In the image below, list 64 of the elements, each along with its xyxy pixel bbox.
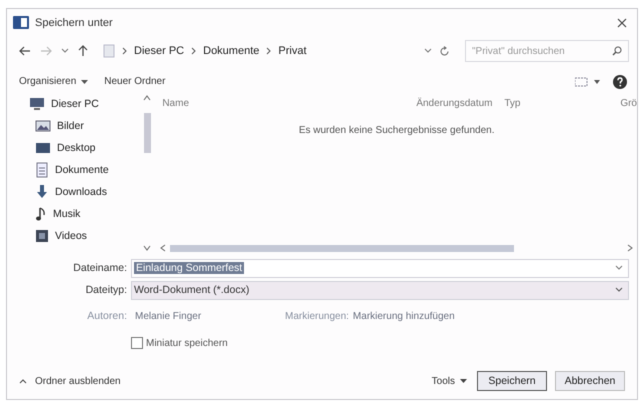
- close-icon[interactable]: [617, 18, 627, 28]
- sidebar-item[interactable]: Downloads: [29, 181, 138, 203]
- chevron-down-icon[interactable]: [61, 48, 69, 54]
- scroll-right-icon[interactable]: [627, 244, 633, 252]
- checkbox[interactable]: [131, 337, 143, 349]
- up-arrow-icon[interactable]: [78, 45, 88, 57]
- tools-menu[interactable]: Tools: [430, 374, 469, 388]
- search-icon: [612, 46, 622, 56]
- column-header[interactable]: Name: [156, 98, 410, 108]
- column-header[interactable]: Typ: [498, 98, 614, 108]
- view-options-icon[interactable]: [575, 76, 601, 86]
- thumbnail-checkbox[interactable]: Miniatur speichern: [131, 331, 629, 355]
- refresh-icon[interactable]: [439, 46, 450, 56]
- chevron-down-icon[interactable]: [424, 48, 432, 54]
- scrollbar-thumb[interactable]: [170, 244, 514, 252]
- empty-message: Es wurden keine Suchergebnisse gefunden.: [298, 125, 496, 138]
- new-folder-button[interactable]: Neuer Ordner: [102, 74, 168, 89]
- picture-icon: [35, 119, 51, 133]
- save-button[interactable]: Speichern: [477, 371, 547, 391]
- scroll-left-icon[interactable]: [160, 244, 166, 252]
- chevron-right-icon: [266, 47, 272, 55]
- scroll-up-icon[interactable]: [143, 95, 152, 101]
- sidebar-item[interactable]: Bilder: [29, 115, 138, 137]
- tags-value[interactable]: Markierung hinzufügen: [348, 310, 455, 322]
- scroll-down-icon[interactable]: [143, 245, 152, 251]
- breadcrumb[interactable]: Privat: [278, 45, 307, 57]
- chevron-down-icon: [615, 287, 623, 293]
- desktop-icon: [35, 141, 51, 155]
- chevron-right-icon: [122, 47, 127, 55]
- music-note-icon: [35, 206, 47, 222]
- organize-menu[interactable]: Organisieren: [17, 74, 90, 89]
- column-header[interactable]: Grö: [614, 98, 637, 108]
- column-header[interactable]: Änderungsdatum: [410, 98, 498, 108]
- sidebar-item[interactable]: Dieser PC: [29, 93, 138, 115]
- download-arrow-icon: [35, 184, 49, 200]
- chevron-down-icon: [615, 265, 623, 271]
- search-field[interactable]: "Privat" durchsuchen: [465, 40, 629, 62]
- sidebar-item[interactable]: Musik: [29, 203, 138, 225]
- breadcrumb[interactable]: Dokumente: [203, 45, 260, 57]
- chevron-right-icon: [191, 47, 196, 55]
- sidebar-item[interactable]: Videos: [29, 225, 138, 247]
- computer-icon: [29, 97, 45, 111]
- film-icon: [35, 229, 49, 243]
- address-bar[interactable]: Dieser PC Dokumente Privat: [97, 41, 456, 61]
- filetype-label: Dateityp:: [84, 284, 128, 296]
- sidebar-item[interactable]: Dokumente: [29, 159, 138, 181]
- scrollbar-thumb[interactable]: [144, 113, 151, 153]
- filetype-dropdown[interactable]: Word-Dokument (*.docx): [131, 280, 629, 300]
- hide-folders-button[interactable]: Ordner ausblenden: [17, 374, 123, 388]
- authors-label: Autoren:: [86, 310, 128, 322]
- sidebar-item[interactable]: Desktop: [29, 137, 138, 159]
- cancel-button[interactable]: Abbrechen: [555, 371, 625, 391]
- breadcrumb[interactable]: Dieser PC: [134, 45, 184, 57]
- document-icon: [35, 162, 49, 178]
- tags-label: Markierungen:: [285, 310, 349, 322]
- authors-value[interactable]: Melanie Finger: [131, 310, 271, 322]
- caret-icon: [460, 379, 467, 383]
- window-title: Speichern unter: [35, 16, 113, 28]
- back-arrow-icon[interactable]: [19, 46, 31, 56]
- help-icon[interactable]: [613, 74, 627, 88]
- filename-field[interactable]: Einladung Sommerfest: [131, 258, 629, 278]
- chevron-up-icon: [19, 378, 27, 384]
- filename-label: Dateiname:: [72, 262, 128, 274]
- caret-icon: [81, 80, 88, 84]
